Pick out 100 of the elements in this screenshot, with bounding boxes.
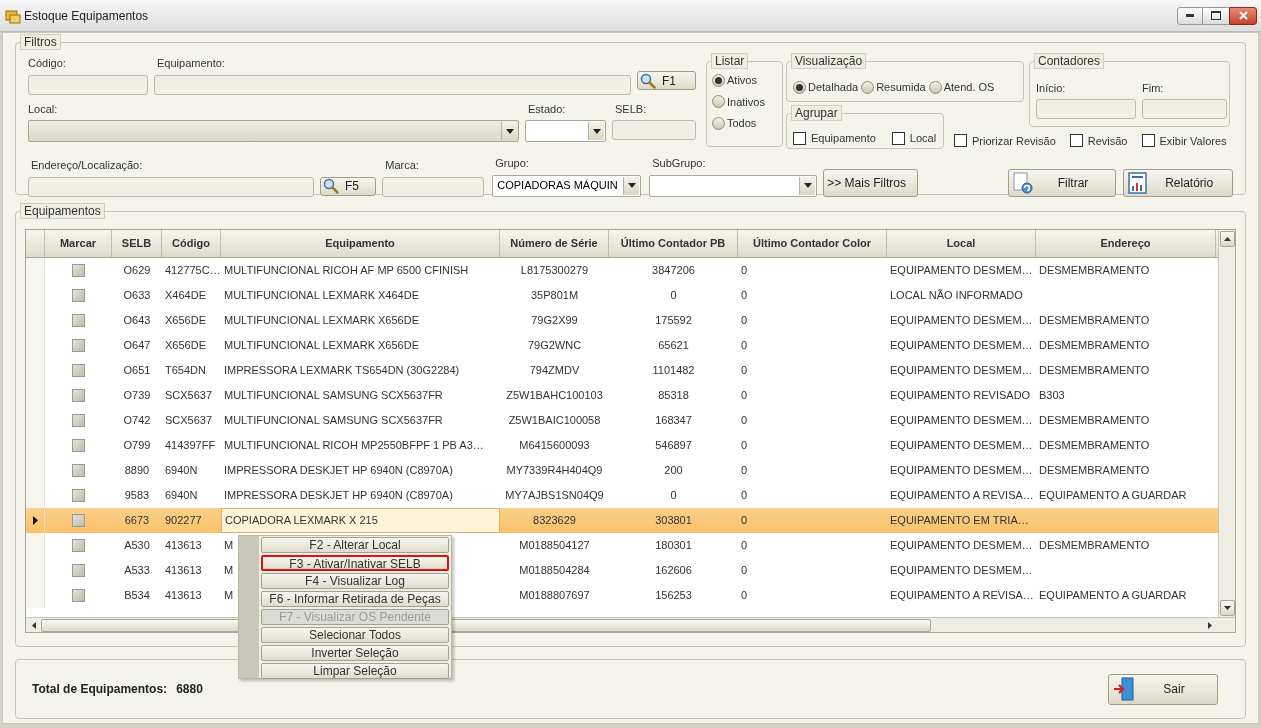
column-header[interactable]: SELB <box>112 230 162 257</box>
maximize-button[interactable] <box>1203 6 1229 25</box>
sair-button[interactable]: Sair <box>1108 673 1218 705</box>
table-cell-text: O651 <box>123 363 151 379</box>
column-header[interactable]: Equipamento <box>221 230 500 257</box>
table-cell-text: EQUIPAMENTO A REVISA… <box>890 588 1034 604</box>
column-header[interactable]: Código <box>162 230 221 257</box>
grupo-dropdown[interactable]: COPIADORAS MÁQUIN <box>492 174 642 197</box>
table-cell-text: 0 <box>741 263 748 279</box>
relatorio-button[interactable]: Relatório <box>1123 168 1233 197</box>
row-checkbox[interactable] <box>72 339 85 352</box>
table-cell-text: B303 <box>1039 388 1065 404</box>
table-cell-text: 6940N <box>165 463 198 479</box>
radio-button[interactable] <box>928 80 942 94</box>
table-cell-text: O799 <box>123 438 151 454</box>
checkbox[interactable] <box>1069 134 1083 148</box>
minimize-button[interactable] <box>1177 6 1203 25</box>
row-checkbox[interactable] <box>72 289 85 302</box>
table-cell-text: LOCAL NÃO INFORMADO <box>890 288 1023 304</box>
table-cell-text: EQUIPAMENTO DESMEM… <box>890 263 1033 279</box>
column-header[interactable]: Local <box>887 230 1036 257</box>
radio-label: Atend. OS <box>943 79 995 95</box>
column-header[interactable]: Último Contador Color <box>738 230 887 257</box>
row-checkbox[interactable] <box>72 439 85 452</box>
mais-filtros-button[interactable]: >> Mais Filtros <box>823 168 918 197</box>
context-menu-item[interactable]: Inverter Seleção <box>261 645 449 661</box>
table-cell-text: 0 <box>670 288 677 304</box>
table-cell-text: MULTIFUNCIONAL SAMSUNG SCX5637FR <box>224 413 443 429</box>
local-dropdown[interactable] <box>28 120 519 142</box>
equipamento-field[interactable] <box>154 74 631 95</box>
table-cell-text: X656DE <box>165 338 206 354</box>
radio-button[interactable] <box>712 73 725 87</box>
row-checkbox[interactable] <box>72 464 85 477</box>
row-checkbox[interactable] <box>72 389 85 402</box>
table-cell-text: EQUIPAMENTO A GUARDAR <box>1039 488 1187 504</box>
table-cell-text: EQUIPAMENTO DESMEM… <box>890 363 1033 379</box>
subgrupo-dropdown[interactable] <box>649 174 818 197</box>
contador-fim-field[interactable] <box>1142 98 1227 119</box>
checkbox[interactable] <box>1141 134 1155 148</box>
table-cell-text: X656DE <box>165 313 206 329</box>
table-cell-text: MULTIFUNCIONAL LEXMARK X656DE <box>224 338 419 354</box>
estado-dropdown[interactable] <box>525 120 606 142</box>
radio-label: Todos <box>727 116 757 131</box>
context-menu-item[interactable]: F3 - Ativar/Inativar SELB <box>261 555 449 571</box>
row-checkbox[interactable] <box>72 489 85 502</box>
row-checkbox[interactable] <box>72 414 85 427</box>
table-cell-text: EQUIPAMENTO A GUARDAR <box>1039 588 1187 604</box>
field-label: SubGrupo: <box>652 156 707 171</box>
row-checkbox[interactable] <box>72 539 85 552</box>
endereco-field[interactable] <box>28 176 314 197</box>
context-menu-item[interactable]: F4 - Visualizar Log <box>261 573 449 589</box>
row-checkbox[interactable] <box>72 314 85 327</box>
table-cell-text: M0188504127 <box>519 538 590 554</box>
table-cell-text: T654DN <box>165 363 206 379</box>
table-cell-text: DESMEMBRAMENTO <box>1039 313 1150 329</box>
row-checkbox[interactable] <box>72 564 85 577</box>
row-checkbox[interactable] <box>72 514 85 527</box>
table-cell-text: DESMEMBRAMENTO <box>1039 438 1150 454</box>
row-checkbox[interactable] <box>72 364 85 377</box>
table-cell-text: 6940N <box>165 488 198 504</box>
table-cell-text: 180301 <box>655 538 692 554</box>
table-cell-text: MULTIFUNCIONAL LEXMARK X656DE <box>224 313 419 329</box>
checkbox[interactable] <box>954 134 967 148</box>
table-cell-text: SCX5637 <box>165 388 213 404</box>
table-cell-text: 3847206 <box>652 263 695 279</box>
selb-field[interactable] <box>612 120 696 140</box>
checkbox[interactable] <box>891 131 905 145</box>
column-header[interactable]: Marcar <box>45 230 112 257</box>
checkbox-label: Local <box>909 130 937 146</box>
marca-field[interactable] <box>382 176 485 197</box>
row-checkbox[interactable] <box>72 264 85 277</box>
f1-button[interactable]: F1 <box>637 71 696 90</box>
table-cell-text: 65621 <box>658 338 689 354</box>
table-cell-text: 413613 <box>165 588 202 604</box>
contador-inicio-field[interactable] <box>1036 98 1136 119</box>
field-label: Fim: <box>1142 81 1165 96</box>
filtrar-button[interactable]: Filtrar <box>1007 168 1117 197</box>
radio-button[interactable] <box>712 116 725 130</box>
radio-label: Resumida <box>876 79 926 95</box>
close-button[interactable] <box>1229 6 1257 25</box>
radio-button[interactable] <box>793 80 806 94</box>
context-menu-item[interactable]: Selecionar Todos <box>261 627 449 643</box>
table-cell-text: L8175300279 <box>520 263 589 279</box>
table-cell-text: EQUIPAMENTO DESMEM… <box>890 563 1033 579</box>
column-header[interactable]: Número de Série <box>500 230 609 257</box>
context-menu-item[interactable]: F2 - Alterar Local <box>261 537 449 553</box>
context-menu-item[interactable]: Limpar Seleção <box>261 663 449 679</box>
table-cell-text: 0 <box>741 588 748 604</box>
radio-button[interactable] <box>861 80 875 94</box>
codigo-field[interactable] <box>28 74 148 95</box>
f5-button[interactable]: F5 <box>320 176 377 196</box>
vertical-scrollbar[interactable] <box>1218 230 1235 617</box>
column-header[interactable]: Último Contador PB <box>609 230 738 257</box>
table-cell-text: MULTIFUNCIONAL SAMSUNG SCX5637FR <box>224 388 443 404</box>
minimize-icon <box>1186 14 1194 17</box>
context-menu-item[interactable]: F6 - Informar Retirada de Peças <box>261 591 449 607</box>
checkbox[interactable] <box>793 131 806 145</box>
radio-button[interactable] <box>712 95 725 109</box>
row-checkbox[interactable] <box>72 589 85 602</box>
column-header[interactable]: Endereço <box>1036 230 1216 257</box>
